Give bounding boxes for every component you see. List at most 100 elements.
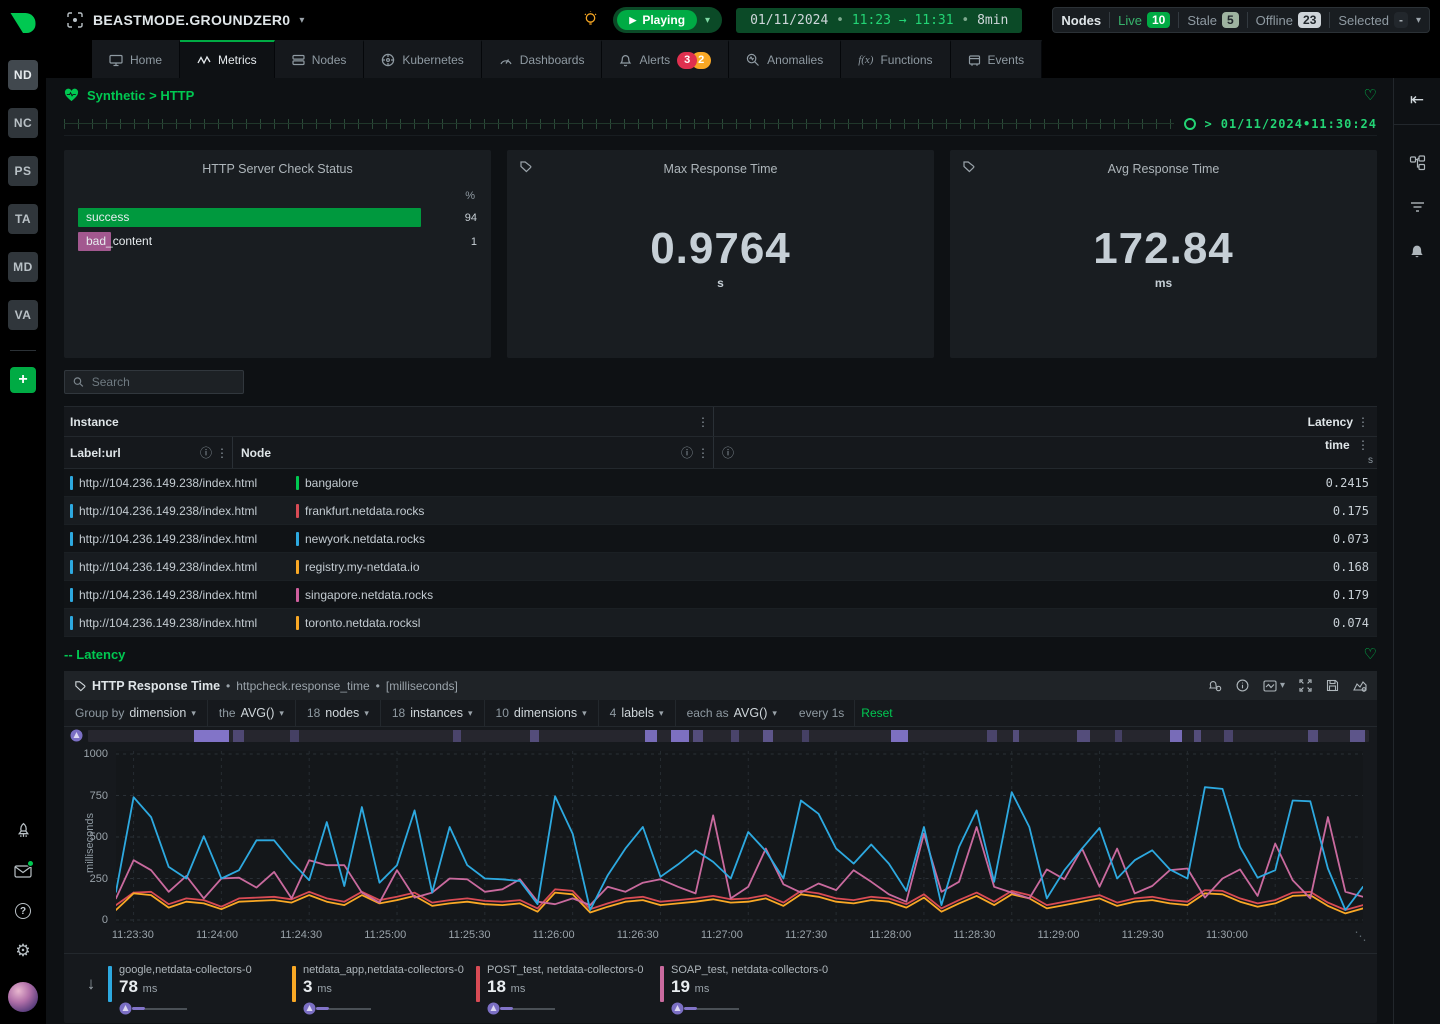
anomaly-rate-slider[interactable] <box>303 1002 464 1015</box>
table-row[interactable]: http://104.236.149.238/index.html newyor… <box>64 525 1377 553</box>
tab-alerts[interactable]: Alerts 3 2 <box>602 40 729 78</box>
workspace-item-md[interactable]: MD <box>8 252 38 282</box>
timeline-timestamp: 01/11/2024•11:30:24 <box>1221 117 1377 131</box>
alerts-bell-icon[interactable] <box>1409 243 1425 259</box>
playing-label: Playing <box>642 13 685 27</box>
column-menu-icon[interactable]: ⋮ <box>693 415 713 429</box>
table-row[interactable]: http://104.236.149.238/index.html toront… <box>64 609 1377 637</box>
timeline-cursor-icon[interactable] <box>1184 118 1196 130</box>
netdata-logo[interactable] <box>0 0 46 46</box>
help-icon[interactable]: ? <box>15 903 31 919</box>
top-bar: BEASTMODE.GROUNDZER0 ▾ ▶ Playing ▾ <box>46 0 1440 40</box>
inbox-mail-icon[interactable] <box>14 862 32 880</box>
search-box[interactable] <box>64 370 244 394</box>
rocket-icon[interactable] <box>14 821 32 839</box>
anomaly-ribbon-bar[interactable] <box>88 730 1369 742</box>
labels-dropdown[interactable]: 4labels ▾ <box>599 700 676 726</box>
workspace-item-va[interactable]: VA <box>8 300 38 330</box>
anomaly-segment <box>802 730 810 742</box>
chart-type-selector[interactable]: ▾ <box>1263 680 1285 692</box>
chevron-down-icon[interactable]: ▾ <box>705 15 710 26</box>
user-avatar[interactable] <box>8 982 38 1012</box>
plot-area[interactable] <box>116 751 1363 923</box>
fullscreen-icon[interactable] <box>1299 679 1312 692</box>
save-snapshot-icon[interactable] <box>1326 679 1339 692</box>
tab-metrics[interactable]: Metrics <box>180 40 275 78</box>
column-menu-icon[interactable]: ⋮ <box>693 446 713 460</box>
playing-pill[interactable]: ▶ Playing <box>617 10 697 30</box>
aggregation-dropdown[interactable]: theAVG() ▾ <box>208 700 296 726</box>
anomaly-rate-slider[interactable] <box>671 1002 828 1015</box>
news-bulb-icon[interactable] <box>582 11 599 29</box>
anomaly-segment <box>194 730 229 742</box>
time-range-picker[interactable]: 01/11/2024 • 11:23 → 11:31 • 8min <box>736 8 1022 33</box>
table-row[interactable]: http://104.236.149.238/index.html bangal… <box>64 469 1377 497</box>
chevron-down-icon[interactable]: ▾ <box>1416 15 1421 26</box>
timeline-row[interactable]: > 01/11/2024•11:30:24 <box>64 112 1377 136</box>
tab-dashboards[interactable]: Dashboards <box>482 40 603 78</box>
info-icon[interactable]: ⓘ <box>722 444 734 461</box>
table-row[interactable]: http://104.236.149.238/index.html frankf… <box>64 497 1377 525</box>
card-avg-response-time[interactable]: Avg Response Time 172.84 ms <box>950 150 1377 358</box>
tab-kubernetes[interactable]: Kubernetes <box>364 40 481 78</box>
table-row[interactable]: http://104.236.149.238/index.html regist… <box>64 553 1377 581</box>
column-menu-icon[interactable]: ⋮ <box>212 446 232 460</box>
info-icon[interactable]: ⓘ <box>681 444 693 461</box>
nodes-indicator[interactable]: Nodes Live 10 Stale 5 Offline 23 <box>1052 7 1430 33</box>
divider <box>10 350 36 351</box>
filter-icon[interactable] <box>1410 201 1425 213</box>
group-by-dropdown[interactable]: Group bydimension ▾ <box>64 700 208 726</box>
legend-item-post-test[interactable]: POST_test, netdata-collectors-0 18 ms <box>476 964 660 1015</box>
space-picker[interactable]: BEASTMODE.GROUNDZER0 ▾ <box>66 11 304 29</box>
tab-functions[interactable]: f(x) Functions <box>841 40 950 78</box>
anomaly-badge-icon <box>671 1002 684 1015</box>
metrics-tree-icon[interactable] <box>1409 155 1426 171</box>
each-as-dropdown[interactable]: each asAVG() ▾ <box>676 700 788 726</box>
dimensions-dropdown[interactable]: 10dimensions ▾ <box>485 700 599 726</box>
collapse-panel-button[interactable]: ⇤ <box>1394 78 1440 125</box>
nodes-selected[interactable]: Selected - <box>1338 12 1408 28</box>
card-max-response-time[interactable]: Max Response Time 0.9764 s <box>507 150 934 358</box>
workspace-item-ta[interactable]: TA <box>8 204 38 234</box>
search-icon <box>73 376 84 388</box>
resize-handle[interactable]: ⋱ <box>1355 929 1366 943</box>
favorite-heart-icon[interactable]: ♡ <box>1364 645 1377 663</box>
status-bar-success[interactable]: success 94 <box>78 208 477 227</box>
alert-settings-icon[interactable] <box>1208 679 1222 692</box>
tab-home[interactable]: Home <box>92 40 180 78</box>
timeline-ticks[interactable] <box>64 119 1174 129</box>
legend-item-netdata-app[interactable]: netdata_app,netdata-collectors-0 3 ms <box>292 964 476 1015</box>
nodes-dropdown[interactable]: 18nodes ▾ <box>296 700 381 726</box>
favorite-heart-icon[interactable]: ♡ <box>1364 86 1377 104</box>
tab-nodes[interactable]: Nodes <box>275 40 365 78</box>
tab-events[interactable]: Events <box>951 40 1043 78</box>
breadcrumb[interactable]: Synthetic > HTTP <box>87 88 194 103</box>
instances-dropdown[interactable]: 18instances ▾ <box>381 700 485 726</box>
legend-item-google[interactable]: google,netdata-collectors-0 78 ms <box>108 964 292 1015</box>
anomaly-ribbon[interactable] <box>64 727 1377 743</box>
anomaly-rate-slider[interactable] <box>487 1002 644 1015</box>
column-menu-icon[interactable]: ⋮ <box>1353 438 1373 452</box>
info-icon[interactable] <box>1236 679 1249 692</box>
settings-gear-icon[interactable]: ⚙ <box>15 942 30 959</box>
card-title: Max Response Time <box>521 162 920 176</box>
table-row[interactable]: http://104.236.149.238/index.html singap… <box>64 581 1377 609</box>
add-workspace-button[interactable]: + <box>10 367 36 393</box>
column-menu-icon[interactable]: ⋮ <box>1353 415 1373 429</box>
search-input[interactable] <box>90 374 235 390</box>
workspace-item-nd[interactable]: ND <box>8 60 38 90</box>
playing-control[interactable]: ▶ Playing ▾ <box>613 7 722 33</box>
anomaly-rate-slider[interactable] <box>119 1002 252 1015</box>
reset-button[interactable]: Reset <box>855 706 898 720</box>
status-bar-bad-content[interactable]: bad_content 1 <box>78 232 477 251</box>
legend-name: POST_test, netdata-collectors-0 <box>487 964 644 976</box>
card-http-server-check-status[interactable]: HTTP Server Check Status % success 94 <box>64 150 491 358</box>
workspace-item-nc[interactable]: NC <box>8 108 38 138</box>
pin-chart-icon[interactable] <box>1353 680 1367 692</box>
legend-item-soap-test[interactable]: SOAP_test, netdata-collectors-0 19 ms <box>660 964 844 1015</box>
max-response-unit: s <box>521 276 920 290</box>
workspace-item-ps[interactable]: PS <box>8 156 38 186</box>
sort-arrow-icon[interactable]: ↓ <box>74 974 108 994</box>
info-icon[interactable]: ⓘ <box>200 444 212 461</box>
tab-anomalies[interactable]: Anomalies <box>729 40 841 78</box>
